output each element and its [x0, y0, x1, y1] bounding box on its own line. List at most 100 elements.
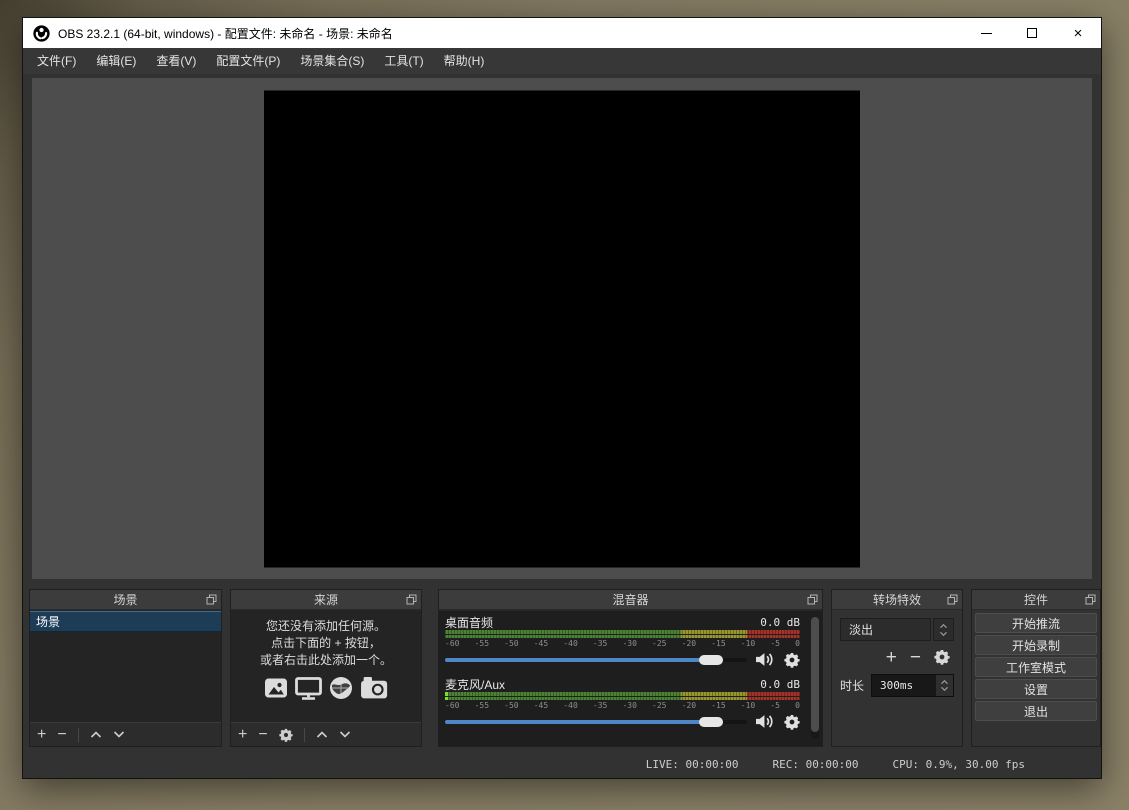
mixer-panel-title: 混音器 — [612, 591, 648, 608]
move-scene-up-icon[interactable] — [90, 730, 102, 739]
close-icon: × — [1074, 26, 1083, 41]
dock-float-icon[interactable] — [1085, 594, 1096, 605]
maximize-button[interactable] — [1009, 18, 1055, 48]
scenes-panel: 场景 场景 + − — [29, 589, 222, 747]
start-streaming-button[interactable]: 开始推流 — [975, 613, 1097, 633]
channel-level-db: 0.0 dB — [760, 616, 800, 629]
window-controls: × — [963, 18, 1101, 48]
sources-panel-header: 来源 — [231, 590, 421, 610]
rec-time: REC: 00:00:00 — [772, 758, 858, 771]
menu-profile[interactable]: 配置文件(P) — [206, 48, 290, 74]
menu-scene-collection[interactable]: 场景集合(S) — [290, 48, 374, 74]
remove-source-icon[interactable]: − — [258, 727, 267, 743]
remove-scene-icon[interactable]: − — [57, 727, 66, 743]
meter-tick-label: -55 — [475, 639, 489, 648]
dock-float-icon[interactable] — [807, 594, 818, 605]
sources-panel-title: 来源 — [314, 591, 338, 608]
transition-select-arrows[interactable] — [933, 618, 954, 641]
meter-signal-tip — [445, 697, 448, 700]
mixer-channel-mic-aux: 麦克风/Aux 0.0 dB -60 -55 -50 -45 -40 -35 -… — [445, 676, 800, 733]
desktop-background: OBS 23.2.1 (64-bit, windows) - 配置文件: 未命名… — [0, 0, 1129, 810]
preview-area — [32, 78, 1092, 579]
cpu-fps-stats: CPU: 0.9%, 30.00 fps — [893, 758, 1025, 771]
duration-spinbox[interactable]: 300ms — [871, 674, 954, 697]
image-source-icon — [264, 676, 288, 700]
speaker-mute-icon[interactable] — [756, 714, 775, 729]
volume-slider-handle[interactable] — [699, 717, 723, 727]
menu-edit[interactable]: 编辑(E) — [86, 48, 146, 74]
menu-bar: 文件(F) 编辑(E) 查看(V) 配置文件(P) 场景集合(S) 工具(T) … — [23, 48, 1101, 74]
exit-button[interactable]: 退出 — [975, 701, 1097, 721]
move-source-down-icon[interactable] — [339, 730, 351, 739]
meter-tick-label: -30 — [622, 701, 636, 710]
program-canvas — [264, 90, 860, 567]
source-type-icons — [231, 676, 421, 700]
volume-slider-handle[interactable] — [699, 655, 723, 665]
meter-signal-tip — [445, 692, 448, 696]
start-recording-button[interactable]: 开始录制 — [975, 635, 1097, 655]
meter-scale: -60 -55 -50 -45 -40 -35 -30 -25 -20 -15 … — [445, 700, 800, 710]
dock-float-icon[interactable] — [206, 594, 217, 605]
mixer-panel-header: 混音器 — [439, 590, 822, 610]
scenes-panel-header: 场景 — [30, 590, 221, 610]
sources-empty-area[interactable]: 您还没有添加任何源。 点击下面的 + 按钮， 或者右击此处添加一个。 — [231, 611, 421, 722]
meter-tick-label: 0 — [795, 639, 800, 648]
add-transition-icon[interactable]: + — [886, 648, 897, 667]
menu-tools[interactable]: 工具(T) — [374, 48, 433, 74]
meter-tick-label: 0 — [795, 701, 800, 710]
transitions-panel: 转场特效 淡出 + − — [831, 589, 963, 747]
mixer-scrollbar-thumb[interactable] — [811, 617, 819, 732]
minimize-button[interactable] — [963, 18, 1009, 48]
duration-spin-buttons[interactable] — [936, 675, 953, 696]
transition-select[interactable]: 淡出 — [840, 618, 931, 641]
obs-window: OBS 23.2.1 (64-bit, windows) - 配置文件: 未命名… — [22, 17, 1102, 779]
display-source-icon — [295, 676, 322, 700]
channel-settings-gear-icon[interactable] — [784, 714, 800, 730]
title-bar: OBS 23.2.1 (64-bit, windows) - 配置文件: 未命名… — [23, 18, 1101, 48]
meter-tick-label: -40 — [563, 701, 577, 710]
channel-name: 桌面音频 — [445, 614, 493, 631]
sources-panel: 来源 您还没有添加任何源。 点击下面的 + 按钮， 或者右击此处添加一个。 — [230, 589, 422, 747]
transition-properties-gear-icon[interactable] — [934, 649, 950, 665]
close-button[interactable]: × — [1055, 18, 1101, 48]
mixer-panel: 混音器 桌面音频 0.0 dB -60 -55 — [438, 589, 823, 747]
mixer-scrollbar[interactable] — [811, 617, 819, 739]
volume-slider[interactable] — [445, 658, 747, 662]
volume-meter — [445, 697, 800, 700]
move-scene-down-icon[interactable] — [113, 730, 125, 739]
menu-view[interactable]: 查看(V) — [146, 48, 206, 74]
meter-tick-label: -35 — [593, 701, 607, 710]
chevron-down-icon — [940, 686, 949, 692]
volume-slider[interactable] — [445, 720, 747, 724]
add-source-icon[interactable]: + — [238, 727, 247, 743]
sources-empty-text: 您还没有添加任何源。 — [231, 618, 421, 635]
toolbar-separator — [304, 728, 305, 742]
dock-float-icon[interactable] — [947, 594, 958, 605]
studio-mode-button[interactable]: 工作室模式 — [975, 657, 1097, 677]
duration-value: 300ms — [872, 679, 913, 692]
chevron-down-icon — [939, 631, 948, 637]
sources-empty-text: 点击下面的 + 按钮， — [231, 635, 421, 652]
transitions-body: 淡出 + − 时长 300ms — [832, 610, 962, 697]
duration-label: 时长 — [840, 677, 864, 694]
add-scene-icon[interactable]: + — [37, 727, 46, 743]
speaker-mute-icon[interactable] — [756, 652, 775, 667]
settings-button[interactable]: 设置 — [975, 679, 1097, 699]
channel-settings-gear-icon[interactable] — [784, 652, 800, 668]
sources-empty-text: 或者右击此处添加一个。 — [231, 652, 421, 669]
menu-file[interactable]: 文件(F) — [27, 48, 86, 74]
toolbar-separator — [78, 728, 79, 742]
move-source-up-icon[interactable] — [316, 730, 328, 739]
scenes-panel-title: 场景 — [113, 591, 137, 608]
meter-tick-label: -5 — [770, 701, 780, 710]
meter-tick-label: -45 — [534, 639, 548, 648]
menu-help[interactable]: 帮助(H) — [434, 48, 495, 74]
scenes-toolbar: + − — [30, 722, 221, 746]
source-properties-gear-icon[interactable] — [279, 728, 293, 742]
dock-float-icon[interactable] — [406, 594, 417, 605]
status-bar: LIVE: 00:00:00 REC: 00:00:00 CPU: 0.9%, … — [23, 751, 1101, 778]
meter-tick-label: -60 — [445, 701, 459, 710]
chevron-up-icon — [940, 679, 949, 685]
remove-transition-icon[interactable]: − — [910, 648, 921, 667]
scene-list-item[interactable]: 场景 — [30, 611, 221, 632]
